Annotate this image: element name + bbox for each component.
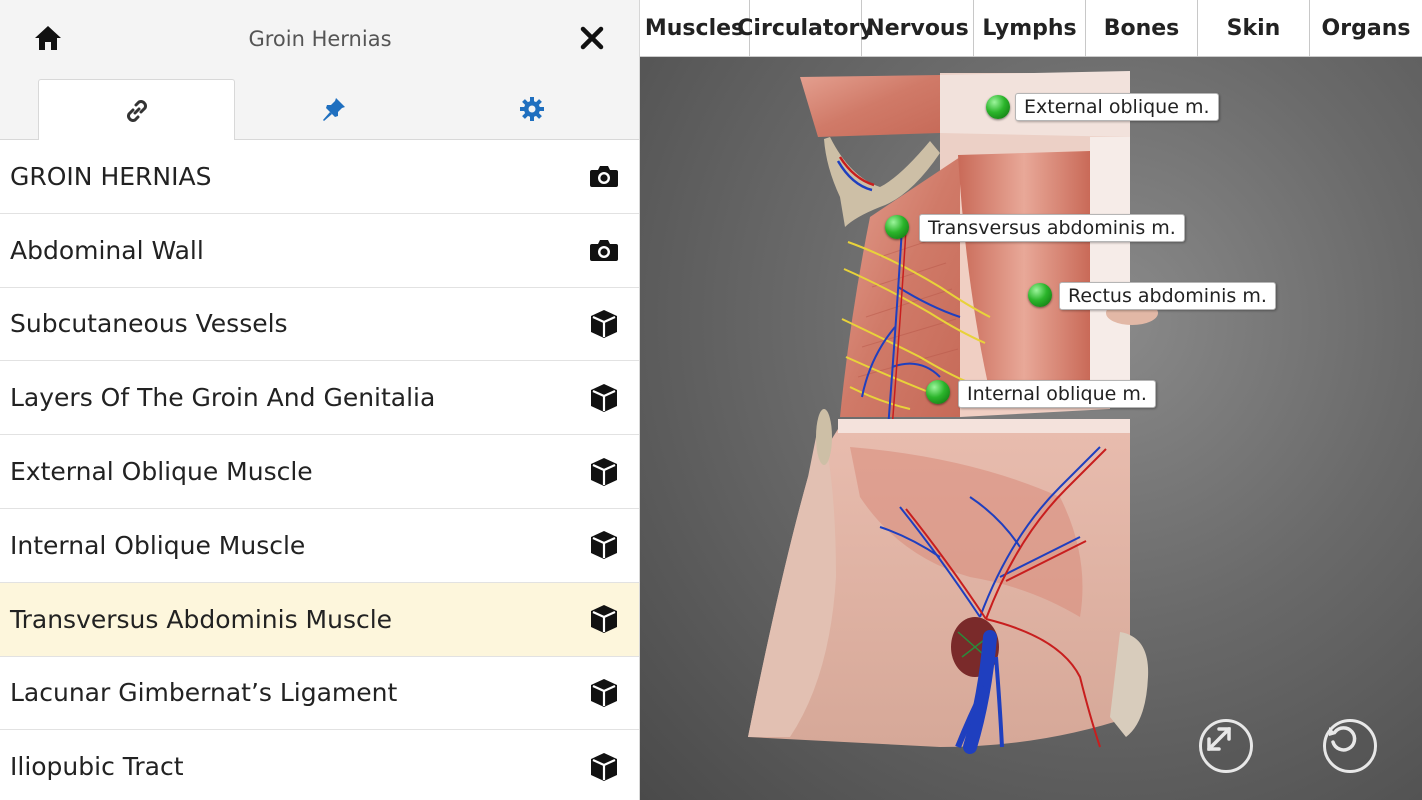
list-item-label: Lacunar Gimbernat’s Ligament — [10, 678, 398, 708]
system-button-skin[interactable]: Skin — [1198, 0, 1310, 57]
content-list: GROIN HERNIAS Abdominal Wall Subcutaneou… — [0, 140, 639, 800]
list-item-layers-groin[interactable]: Layers Of The Groin And Genitalia — [0, 361, 639, 436]
pushpin-icon — [322, 98, 345, 121]
annotation-label-internal-oblique[interactable]: Internal oblique m. — [958, 380, 1156, 408]
cube-icon — [588, 456, 620, 488]
cube-icon — [588, 603, 620, 635]
annotation-pin-rectus[interactable] — [1028, 283, 1052, 307]
list-item-label: Abdominal Wall — [10, 235, 204, 265]
camera-icon — [588, 160, 620, 192]
anatomy-scene[interactable]: External oblique m. Transversus abdomini… — [640, 57, 1422, 800]
list-item-label: GROIN HERNIAS — [10, 161, 212, 191]
system-toolbar: Muscles Circulatory Nervous Lymphs Bones… — [640, 0, 1422, 57]
list-item-groin-hernias[interactable]: GROIN HERNIAS — [0, 140, 639, 214]
annotation-pin-transversus[interactable] — [885, 215, 909, 239]
list-item-subcutaneous-vessels[interactable]: Subcutaneous Vessels — [0, 287, 639, 362]
link-icon — [126, 99, 147, 122]
system-button-muscles[interactable]: Muscles — [640, 0, 750, 57]
gear-icon — [520, 97, 544, 121]
tab-bar — [0, 78, 639, 141]
system-button-circulatory[interactable]: Circulatory — [737, 0, 874, 57]
list-item-abdominal-wall[interactable]: Abdominal Wall — [0, 213, 639, 288]
annotation-pin-external-oblique[interactable] — [986, 95, 1010, 119]
tab-links[interactable] — [38, 79, 235, 141]
list-item-external-oblique[interactable]: External Oblique Muscle — [0, 435, 639, 509]
fullscreen-button[interactable] — [1199, 719, 1253, 773]
home-icon — [35, 26, 61, 50]
cube-icon — [588, 308, 620, 340]
close-icon — [580, 26, 604, 50]
camera-icon — [588, 234, 620, 266]
cube-icon — [588, 382, 620, 414]
list-item-label: External Oblique Muscle — [10, 457, 313, 487]
list-item-lacunar-ligament[interactable]: Lacunar Gimbernat’s Ligament — [0, 656, 639, 731]
list-item-label: Internal Oblique Muscle — [10, 530, 306, 560]
model-viewer[interactable]: Muscles Circulatory Nervous Lymphs Bones… — [640, 0, 1422, 800]
close-button[interactable] — [572, 20, 612, 56]
list-item-label: Transversus Abdominis Muscle — [10, 604, 393, 634]
system-button-nervous[interactable]: Nervous — [862, 0, 974, 57]
list-item-label: Subcutaneous Vessels — [10, 309, 288, 339]
list-item-internal-oblique[interactable]: Internal Oblique Muscle — [0, 508, 639, 583]
system-button-bones[interactable]: Bones — [1086, 0, 1198, 57]
annotation-pin-internal-oblique[interactable] — [926, 380, 950, 404]
home-button[interactable] — [28, 20, 68, 56]
annotation-label-rectus[interactable]: Rectus abdominis m. — [1059, 282, 1276, 310]
cube-icon — [588, 677, 620, 709]
expand-icon — [1207, 727, 1231, 751]
tab-pins[interactable] — [235, 78, 432, 140]
left-panel: Groin Hernias GROIN HERNIAS Abdominal Wa… — [0, 0, 640, 800]
annotation-label-transversus[interactable]: Transversus abdominis m. — [919, 214, 1185, 242]
cube-icon — [588, 529, 620, 561]
reset-rotate-icon — [1329, 726, 1357, 752]
page-title: Groin Hernias — [248, 27, 392, 51]
list-item-label: Iliopubic Tract — [10, 752, 184, 782]
list-item-transversus-abdominis[interactable]: Transversus Abdominis Muscle — [0, 582, 639, 657]
header-bar: Groin Hernias — [0, 0, 639, 78]
system-button-lymphs[interactable]: Lymphs — [974, 0, 1086, 57]
cube-icon — [588, 751, 620, 783]
list-item-iliopubic-tract[interactable]: Iliopubic Tract — [0, 730, 639, 800]
list-item-label: Layers Of The Groin And Genitalia — [10, 383, 436, 413]
reset-view-button[interactable] — [1323, 719, 1377, 773]
annotation-label-external-oblique[interactable]: External oblique m. — [1015, 93, 1219, 121]
system-button-organs[interactable]: Organs — [1310, 0, 1422, 57]
anatomy-model[interactable] — [640, 57, 1422, 800]
tab-settings[interactable] — [432, 78, 632, 140]
